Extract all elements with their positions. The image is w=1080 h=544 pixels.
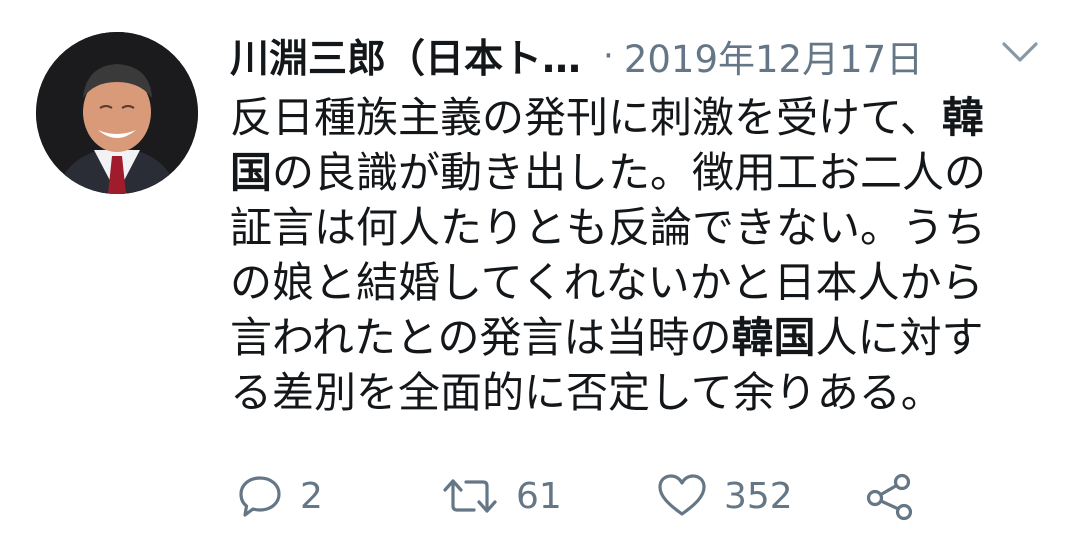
share-icon	[866, 473, 913, 521]
tweet-date[interactable]: 2019年12月17日	[624, 29, 923, 83]
tweet-text-line: 国の良識が動き出した。徴用工お二人の	[230, 145, 1020, 200]
text-segment: 人に対す	[815, 313, 984, 362]
header-separator: ·	[603, 36, 614, 76]
bold-text: 韓国	[731, 313, 816, 362]
tweet-text-line: 反日種族主義の発刊に刺激を受けて、韓	[230, 90, 1020, 145]
text-segment: 言われたとの発言は当時の	[230, 313, 732, 362]
text-segment: の娘と結婚してくれないかと日本人から	[230, 258, 984, 307]
like-button[interactable]: 352	[656, 466, 793, 526]
text-segment: の良識が動き出した。徴用工お二人の	[272, 148, 987, 197]
retweet-count: 61	[516, 475, 562, 517]
reply-icon	[239, 476, 281, 517]
reply-count: 2	[300, 475, 323, 517]
tweet-text-line: 言われたとの発言は当時の韓国人に対す	[230, 310, 1020, 365]
text-segment: 証言は何人たりとも反論できない。うち	[230, 203, 987, 252]
reply-button[interactable]: 2	[236, 466, 323, 526]
retweet-button[interactable]: 61	[440, 466, 562, 526]
retweet-icon	[443, 479, 497, 513]
bold-text: 韓	[941, 93, 984, 142]
avatar-image	[36, 32, 198, 194]
tweet-text-line: の娘と結婚してくれないかと日本人から	[230, 255, 1020, 310]
tweet-header: 川淵三郎（日本ト… · 2019年12月17日	[230, 30, 1050, 82]
text-segment: 反日種族主義の発刊に刺激を受けて、	[230, 93, 942, 142]
tweet-text-line: 証言は何人たりとも反論できない。うち	[230, 200, 1020, 255]
like-icon	[658, 474, 706, 516]
tweet-actions: 2 61 352	[0, 466, 1080, 526]
share-button[interactable]	[864, 466, 916, 526]
like-count: 352	[724, 475, 793, 517]
text-segment: る差別を全面的に否定して余りある。	[230, 368, 943, 417]
author-name[interactable]: 川淵三郎（日本ト…	[230, 28, 581, 84]
bold-text: 国	[230, 148, 273, 197]
avatar[interactable]	[36, 32, 198, 194]
tweet-text: 反日種族主義の発刊に刺激を受けて、韓 国の良識が動き出した。徴用工お二人の 証言は何…	[230, 90, 1020, 420]
chevron-down-icon[interactable]	[998, 36, 1042, 70]
tweet-text-line: る差別を全面的に否定して余りある。	[230, 365, 1020, 420]
